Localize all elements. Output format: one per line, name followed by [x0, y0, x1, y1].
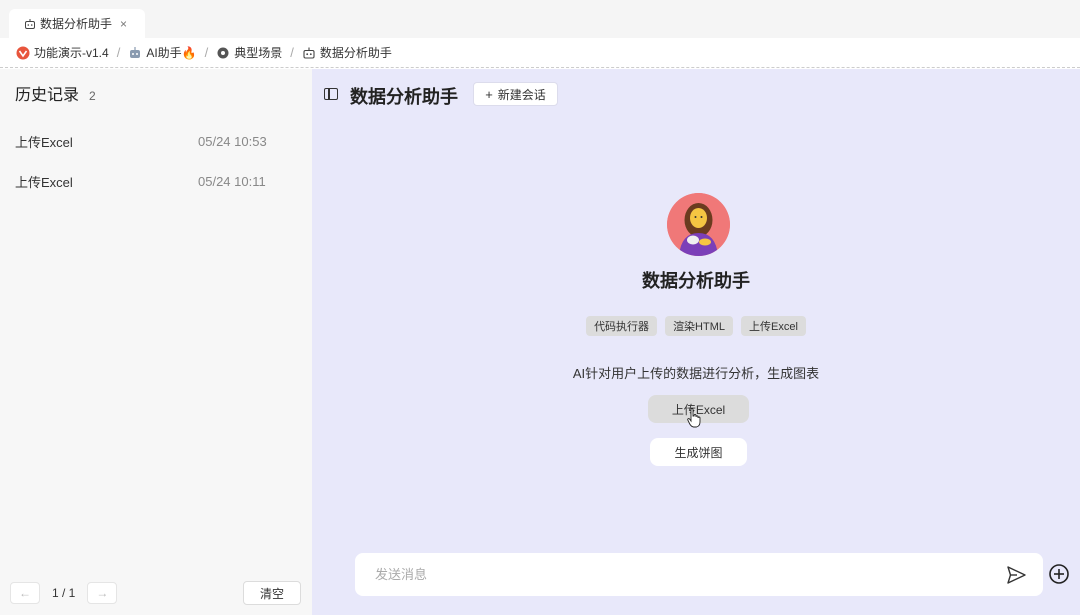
- clear-history-button[interactable]: 清空: [243, 581, 301, 605]
- scene-icon: [217, 47, 229, 58]
- tab-close-button[interactable]: ×: [120, 17, 127, 31]
- breadcrumb-label: 功能演示-v1.4: [34, 46, 109, 60]
- chat-main: 数据分析助手 + 新建会话 数据分析助手 代码执行器 渲染HTML 上传Exce…: [312, 69, 1080, 615]
- breadcrumb-separator: /: [116, 45, 121, 60]
- history-title: 历史记录: [15, 87, 80, 104]
- plus-icon: +: [485, 86, 493, 102]
- history-item[interactable]: 上传Excel 05/24 10:11: [0, 163, 312, 199]
- new-chat-label: 新建会话: [497, 87, 546, 102]
- page-title: 数据分析助手: [350, 87, 458, 107]
- history-item-time: 05/24 10:11: [198, 173, 266, 189]
- breadcrumb-separator: /: [204, 45, 209, 60]
- robot-icon: [25, 18, 35, 29]
- prev-page-button[interactable]: ←: [10, 582, 40, 604]
- history-count: 2: [89, 89, 96, 103]
- robot-icon: [130, 46, 141, 58]
- breadcrumb-label: 数据分析助手: [319, 46, 392, 60]
- history-item[interactable]: 上传Excel 05/24 10:53: [0, 123, 312, 159]
- history-item-name: 上传Excel: [15, 174, 73, 190]
- breadcrumb-item-demo[interactable]: 功能演示-v1.4: [16, 44, 109, 61]
- history-item-time: 05/24 10:53: [198, 133, 267, 149]
- next-page-button[interactable]: →: [87, 582, 118, 604]
- app-logo-icon: [16, 46, 30, 59]
- message-input-box: [355, 553, 1043, 596]
- assistant-name: 数据分析助手: [642, 271, 750, 291]
- breadcrumb-item-scenarios[interactable]: 典型场景: [216, 44, 282, 61]
- avatar: [667, 193, 730, 256]
- send-icon[interactable]: [1005, 564, 1027, 586]
- suggestion-label: 生成饼图: [674, 445, 723, 460]
- breadcrumb-label: AI助手🔥: [146, 46, 197, 60]
- tab-label: 数据分析助手: [40, 17, 113, 31]
- sidebar-toggle-icon[interactable]: [324, 88, 338, 100]
- history-sidebar: 历史记录 2 上传Excel 05/24 10:53 上传Excel 05/24…: [0, 69, 312, 615]
- suggestion-pie-chart[interactable]: 生成饼图: [650, 438, 747, 466]
- tab-data-analysis[interactable]: 数据分析助手 ×: [9, 9, 145, 38]
- capability-tag: 上传Excel: [741, 316, 806, 336]
- robot-icon: [303, 47, 315, 59]
- history-header: 历史记录 2: [15, 81, 96, 105]
- clear-history-label: 清空: [259, 586, 284, 601]
- page-indicator: 1 / 1: [52, 586, 76, 600]
- breadcrumb: 功能演示-v1.4 / AI助手🔥 / 典型场景 / 数据分析助手: [0, 38, 1080, 68]
- capability-tag: 渲染HTML: [665, 316, 734, 336]
- new-chat-button[interactable]: + 新建会话: [473, 82, 558, 106]
- breadcrumb-item-data-analysis[interactable]: 数据分析助手: [302, 44, 392, 61]
- assistant-description: AI针对用户上传的数据进行分析，生成图表: [572, 366, 820, 381]
- tab-bar: 数据分析助手 ×: [0, 0, 1080, 38]
- hand-cursor-icon: [687, 408, 701, 428]
- history-item-name: 上传Excel: [15, 134, 73, 150]
- breadcrumb-item-ai-assistant[interactable]: AI助手🔥: [128, 44, 197, 61]
- message-input[interactable]: [375, 553, 975, 596]
- pagination: ← 1 / 1 →: [10, 582, 118, 604]
- capability-tags: 代码执行器 渲染HTML 上传Excel: [312, 316, 1080, 336]
- breadcrumb-label: 典型场景: [234, 46, 283, 60]
- capability-tag: 代码执行器: [586, 316, 658, 336]
- breadcrumb-separator: /: [290, 45, 294, 60]
- add-attachment-icon[interactable]: [1048, 563, 1070, 585]
- assistant-avatar-icon: [667, 193, 730, 256]
